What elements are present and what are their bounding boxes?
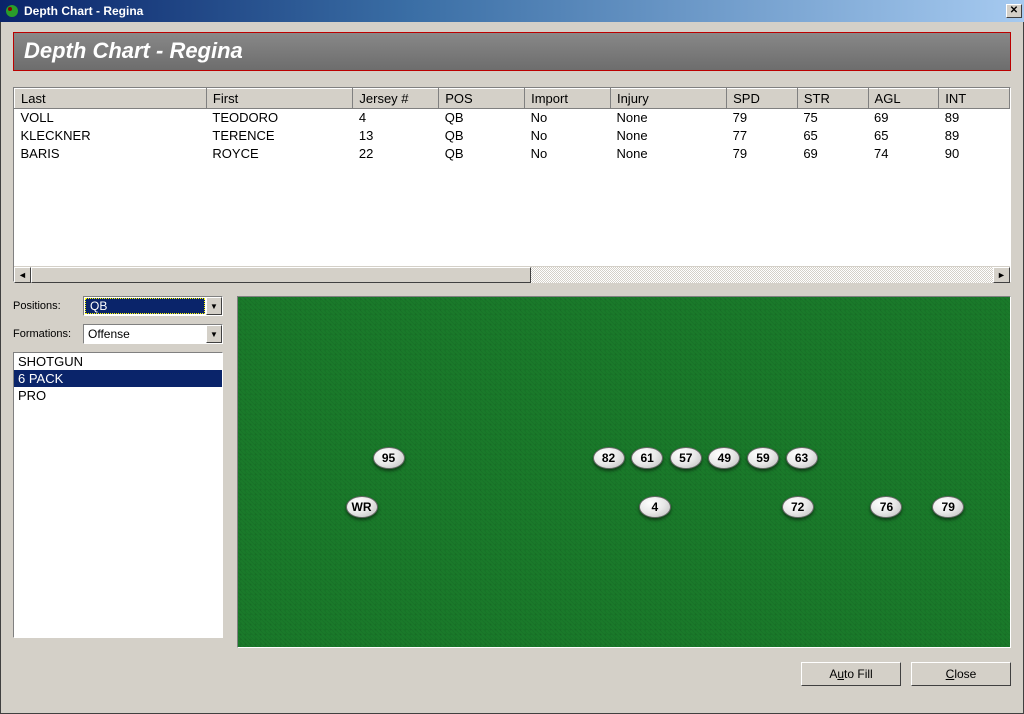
cell: TEODORO xyxy=(206,109,352,127)
positions-value: QB xyxy=(85,298,205,314)
player-chip[interactable]: 49 xyxy=(708,447,740,469)
cell: VOLL xyxy=(15,109,207,127)
cell: TERENCE xyxy=(206,127,352,145)
player-chip[interactable]: 63 xyxy=(786,447,818,469)
cell: ROYCE xyxy=(206,145,352,163)
scroll-track[interactable] xyxy=(31,267,993,283)
cell: No xyxy=(525,127,611,145)
positions-label: Positions: xyxy=(13,300,75,312)
chevron-down-icon[interactable]: ▼ xyxy=(206,297,222,315)
btn-text: C xyxy=(946,667,955,681)
column-header[interactable]: Last xyxy=(15,89,207,109)
cell: 89 xyxy=(939,109,1010,127)
cell: No xyxy=(525,145,611,163)
positions-dropdown[interactable]: QB ▼ xyxy=(83,296,223,316)
player-chip[interactable]: 76 xyxy=(870,496,902,518)
player-chip[interactable]: WR xyxy=(346,496,378,518)
column-header[interactable]: Import xyxy=(525,89,611,109)
cell: None xyxy=(610,109,726,127)
close-button[interactable]: Close xyxy=(911,662,1011,686)
formations-dropdown[interactable]: Offense ▼ xyxy=(83,324,223,344)
window-body: Depth Chart - Regina LastFirstJersey #PO… xyxy=(0,22,1024,714)
player-chip[interactable]: 61 xyxy=(631,447,663,469)
player-chip[interactable]: 57 xyxy=(670,447,702,469)
column-header[interactable]: AGL xyxy=(868,89,939,109)
formation-field: 95 82 61 57 49 59 63 WR 4 72 76 79 xyxy=(238,297,1010,647)
column-header[interactable]: First xyxy=(206,89,352,109)
titlebar-text: Depth Chart - Regina xyxy=(24,4,1006,18)
btn-text: A xyxy=(829,667,837,681)
cell: KLECKNER xyxy=(15,127,207,145)
chevron-down-icon[interactable]: ▼ xyxy=(206,325,222,343)
page-title: Depth Chart - Regina xyxy=(13,32,1011,71)
table-row[interactable]: VOLLTEODORO4QBNoNone79756989 xyxy=(15,109,1010,127)
auto-fill-button[interactable]: Auto Fill xyxy=(801,662,901,686)
scroll-right-button[interactable]: ► xyxy=(993,267,1010,283)
cell: None xyxy=(610,145,726,163)
titlebar: Depth Chart - Regina ✕ xyxy=(0,0,1024,22)
cell: 69 xyxy=(797,145,868,163)
column-header[interactable]: SPD xyxy=(727,89,798,109)
formation-list[interactable]: SHOTGUN6 PACKPRO xyxy=(13,352,223,638)
cell: 77 xyxy=(727,127,798,145)
list-item[interactable]: PRO xyxy=(14,387,222,404)
horizontal-scrollbar[interactable]: ◄ ► xyxy=(14,266,1010,283)
app-icon xyxy=(4,3,20,19)
cell: 13 xyxy=(353,127,439,145)
cell: 4 xyxy=(353,109,439,127)
cell: BARIS xyxy=(15,145,207,163)
cell: QB xyxy=(439,145,525,163)
close-icon[interactable]: ✕ xyxy=(1006,4,1022,18)
list-item[interactable]: 6 PACK xyxy=(14,370,222,387)
cell: QB xyxy=(439,127,525,145)
cell: 22 xyxy=(353,145,439,163)
column-header[interactable]: Jersey # xyxy=(353,89,439,109)
btn-text: lose xyxy=(954,667,976,681)
player-chip[interactable]: 79 xyxy=(932,496,964,518)
btn-text: to Fill xyxy=(844,667,873,681)
cell: 65 xyxy=(797,127,868,145)
column-header[interactable]: POS xyxy=(439,89,525,109)
player-table: LastFirstJersey #POSImportInjurySPDSTRAG… xyxy=(13,87,1011,282)
formations-value: Offense xyxy=(84,325,206,343)
cell: 90 xyxy=(939,145,1010,163)
cell: None xyxy=(610,127,726,145)
cell: 89 xyxy=(939,127,1010,145)
table-row[interactable]: BARISROYCE22QBNoNone79697490 xyxy=(15,145,1010,163)
scroll-left-button[interactable]: ◄ xyxy=(14,267,31,283)
player-chip[interactable]: 59 xyxy=(747,447,779,469)
btn-text: u xyxy=(837,667,844,681)
player-chip[interactable]: 72 xyxy=(782,496,814,518)
field-panel: 95 82 61 57 49 59 63 WR 4 72 76 79 xyxy=(237,296,1011,648)
list-item[interactable]: SHOTGUN xyxy=(14,353,222,370)
column-header[interactable]: Injury xyxy=(610,89,726,109)
player-chip[interactable]: 95 xyxy=(373,447,405,469)
cell: QB xyxy=(439,109,525,127)
cell: 75 xyxy=(797,109,868,127)
cell: 65 xyxy=(868,127,939,145)
scroll-thumb[interactable] xyxy=(31,267,531,283)
cell: 79 xyxy=(727,109,798,127)
player-chip[interactable]: 82 xyxy=(593,447,625,469)
cell: No xyxy=(525,109,611,127)
column-header[interactable]: INT xyxy=(939,89,1010,109)
formations-label: Formations: xyxy=(13,328,75,340)
cell: 79 xyxy=(727,145,798,163)
cell: 69 xyxy=(868,109,939,127)
cell: 74 xyxy=(868,145,939,163)
column-header[interactable]: STR xyxy=(797,89,868,109)
player-chip[interactable]: 4 xyxy=(639,496,671,518)
table-row[interactable]: KLECKNERTERENCE13QBNoNone77656589 xyxy=(15,127,1010,145)
